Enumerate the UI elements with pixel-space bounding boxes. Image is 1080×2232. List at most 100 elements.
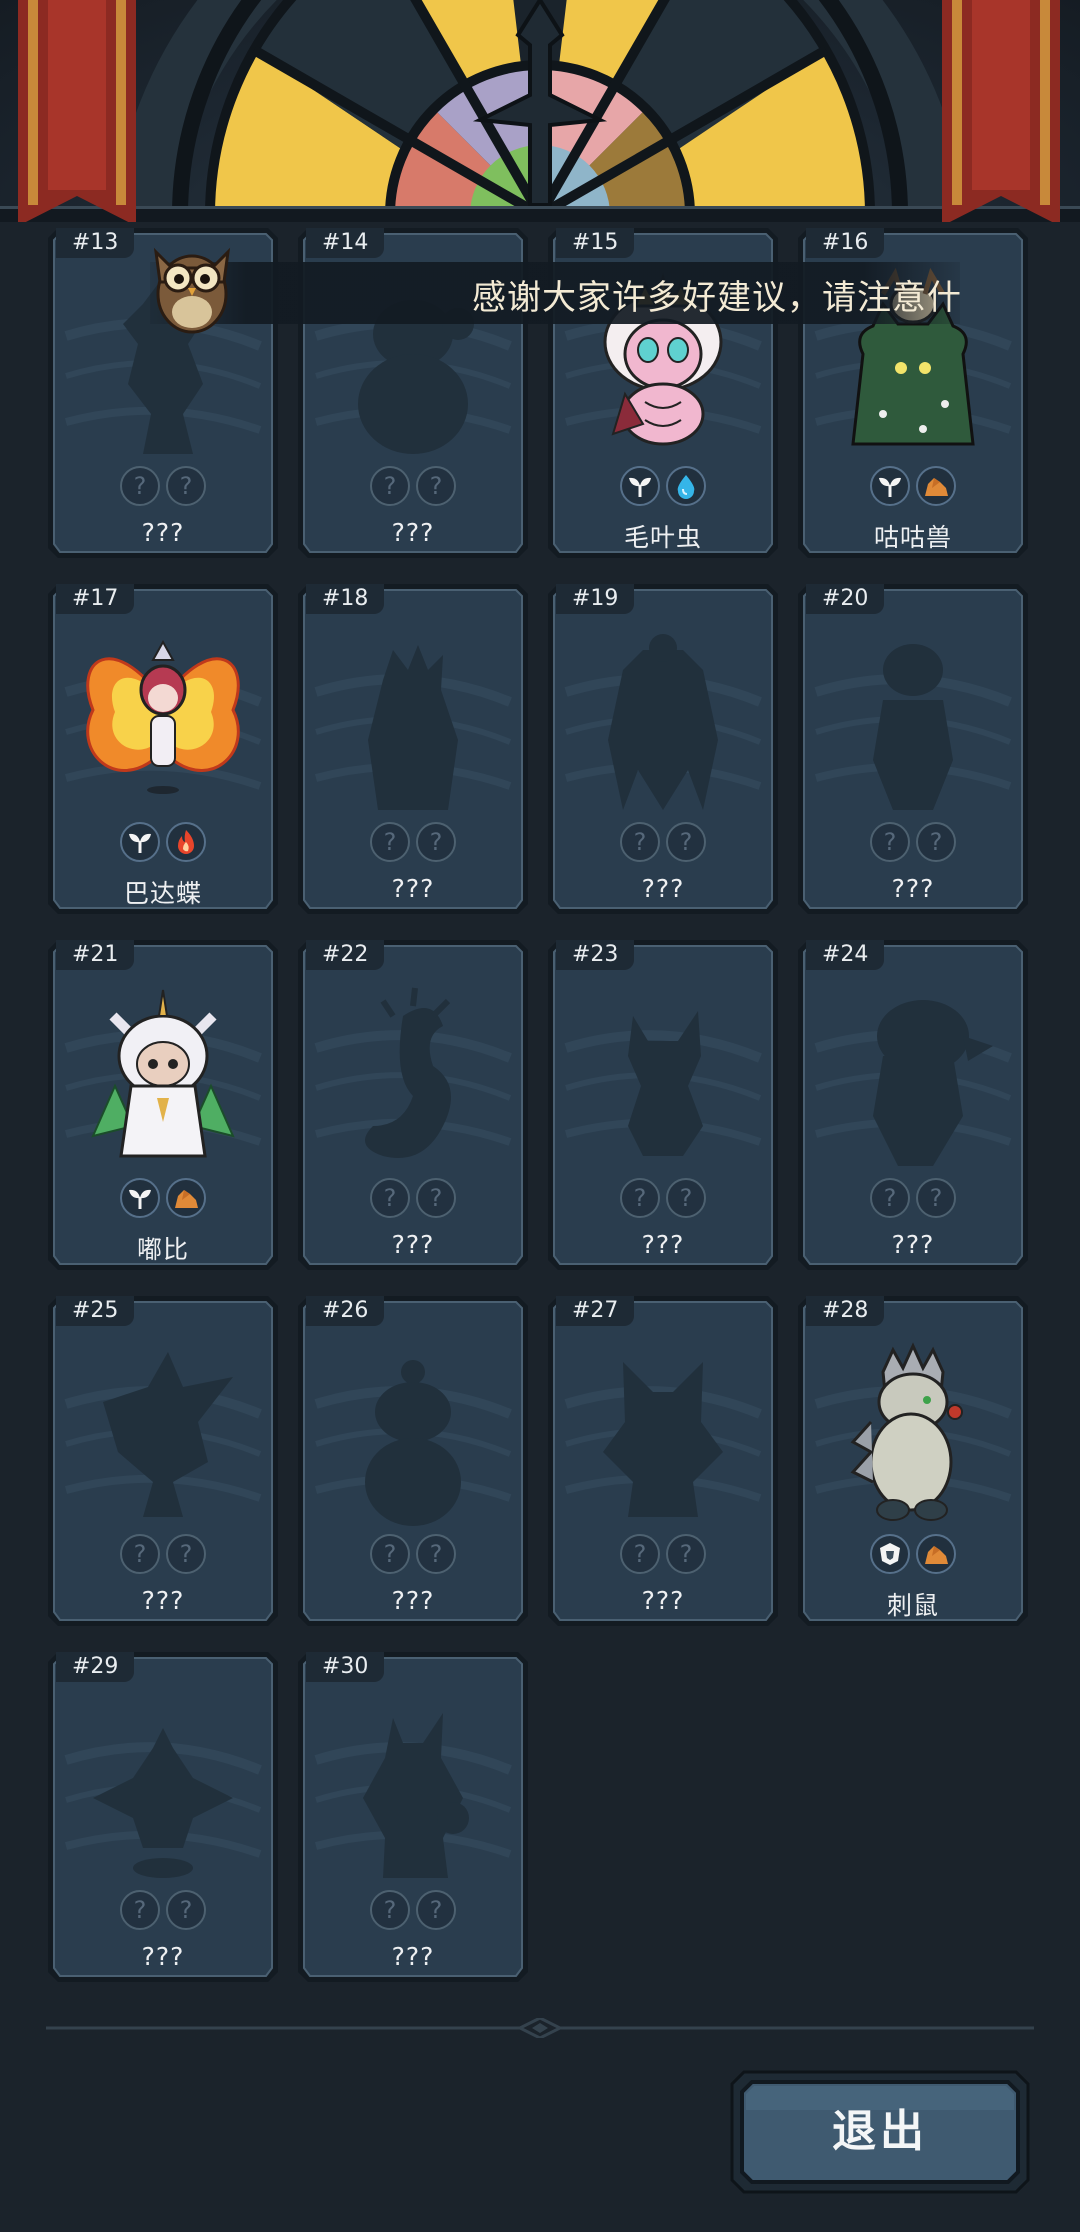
monster-card-locked[interactable]: #24 ?? ??? (796, 938, 1030, 1272)
element-badges (46, 1178, 280, 1224)
card-number: #13 (56, 228, 135, 258)
element-badges: ?? (546, 1534, 780, 1580)
stained-glass-header (0, 0, 1080, 222)
unknown-element-badge: ? (370, 1178, 410, 1218)
monster-silhouette (873, 1000, 993, 1166)
monster-card-locked[interactable]: #20 ?? ??? (796, 582, 1030, 916)
monster-card[interactable]: #17 巴达蝶 (46, 582, 280, 916)
monster-silhouette (365, 1360, 461, 1526)
monster-name: ??? (641, 1586, 685, 1615)
card-number: #26 (306, 1296, 385, 1326)
element-badges (46, 822, 280, 868)
section-divider (46, 2018, 1034, 2038)
card-number: #29 (56, 1652, 135, 1682)
monster-name: ??? (891, 1230, 935, 1259)
unknown-element-badge: ? (416, 822, 456, 862)
monster-silhouette (365, 987, 451, 1158)
card-number: #28 (806, 1296, 885, 1326)
exit-button[interactable]: 退出 (730, 2070, 1030, 2194)
monster-name: ??? (141, 1586, 185, 1615)
leaf-icon (620, 466, 660, 506)
monster-portrait (850, 1342, 963, 1521)
exit-button-label: 退出 (832, 2106, 928, 2157)
unknown-element-badge: ? (370, 822, 410, 862)
right-banner (942, 0, 1060, 222)
unknown-element-badge: ? (666, 822, 706, 862)
armor-icon (870, 1534, 910, 1574)
element-badges: ?? (46, 1890, 280, 1936)
unknown-element-badge: ? (666, 1534, 706, 1574)
monster-name: 巴达蝶 (123, 879, 202, 908)
unknown-element-badge: ? (120, 466, 160, 506)
leaf-icon (870, 466, 910, 506)
monster-portrait (91, 989, 235, 1158)
stained-glass-window (0, 0, 1080, 222)
monster-name: 毛叶虫 (623, 523, 702, 552)
monster-name: 咕咕兽 (873, 523, 952, 552)
monster-card-locked[interactable]: #29 ?? ??? (46, 1650, 280, 1984)
rock-icon (166, 1178, 206, 1218)
monster-card-locked[interactable]: #25 ?? ??? (46, 1294, 280, 1628)
monster-name: ??? (641, 1230, 685, 1259)
unknown-element-badge: ? (916, 1178, 956, 1218)
unknown-element-badge: ? (416, 1534, 456, 1574)
card-number: #15 (556, 228, 635, 258)
ticker-text: 感谢大家许多好建议，请注意什 (472, 278, 960, 318)
left-banner (18, 0, 136, 222)
card-number: #17 (56, 584, 135, 614)
rock-icon (916, 466, 956, 506)
water-icon (666, 466, 706, 506)
monster-name: ??? (391, 1230, 435, 1259)
monster-name: ??? (891, 874, 935, 903)
monster-silhouette (103, 1352, 233, 1517)
card-number: #21 (56, 940, 135, 970)
announcement-ticker: 感谢大家许多好建议，请注意什 (150, 262, 960, 324)
card-number: #16 (806, 228, 885, 258)
unknown-element-badge: ? (620, 1178, 660, 1218)
unknown-element-badge: ? (620, 822, 660, 862)
card-number: #25 (56, 1296, 135, 1326)
monster-silhouette (93, 1728, 233, 1878)
monster-card[interactable]: #28 刺鼠 (796, 1294, 1030, 1628)
monster-silhouette (368, 645, 458, 810)
monster-silhouette (608, 634, 718, 810)
monster-name: ??? (391, 518, 435, 547)
element-badges: ?? (796, 822, 1030, 868)
monster-card-locked[interactable]: #30 ?? ??? (296, 1650, 530, 1984)
card-number: #14 (306, 228, 385, 258)
card-number: #18 (306, 584, 385, 614)
monster-name: ??? (141, 518, 185, 547)
element-badges (796, 1534, 1030, 1580)
monster-card-locked[interactable]: #27 ?? ??? (546, 1294, 780, 1628)
monster-card-locked[interactable]: #22 ?? ??? (296, 938, 530, 1272)
element-badges: ?? (546, 1178, 780, 1224)
unknown-element-badge: ? (120, 1534, 160, 1574)
monster-silhouette (603, 1362, 723, 1517)
fire-icon (166, 822, 206, 862)
rock-icon (916, 1534, 956, 1574)
monster-name: 刺鼠 (886, 1591, 939, 1620)
element-badges: ?? (296, 1534, 530, 1580)
monster-name: ??? (391, 1942, 435, 1971)
element-badges: ?? (296, 1178, 530, 1224)
monster-silhouette (363, 1713, 469, 1878)
element-badges: ?? (796, 1178, 1030, 1224)
element-badges: ?? (296, 466, 530, 512)
monster-card-locked[interactable]: #23 ?? ??? (546, 938, 780, 1272)
unknown-element-badge: ? (416, 1178, 456, 1218)
unknown-element-badge: ? (120, 1890, 160, 1930)
element-badges: ?? (296, 1890, 530, 1936)
monster-card-locked[interactable]: #19 ?? ??? (546, 582, 780, 916)
element-badges: ?? (46, 466, 280, 512)
element-badges (796, 466, 1030, 512)
card-number: #27 (556, 1296, 635, 1326)
leaf-icon (120, 822, 160, 862)
monster-name: ??? (391, 874, 435, 903)
monster-card-locked[interactable]: #26 ?? ??? (296, 1294, 530, 1628)
monster-name: ??? (641, 874, 685, 903)
unknown-element-badge: ? (370, 1890, 410, 1930)
unknown-element-badge: ? (166, 1890, 206, 1930)
monster-card-locked[interactable]: #18 ?? ??? (296, 582, 530, 916)
monster-card[interactable]: #21 嘟比 (46, 938, 280, 1272)
monster-silhouette (873, 644, 953, 810)
